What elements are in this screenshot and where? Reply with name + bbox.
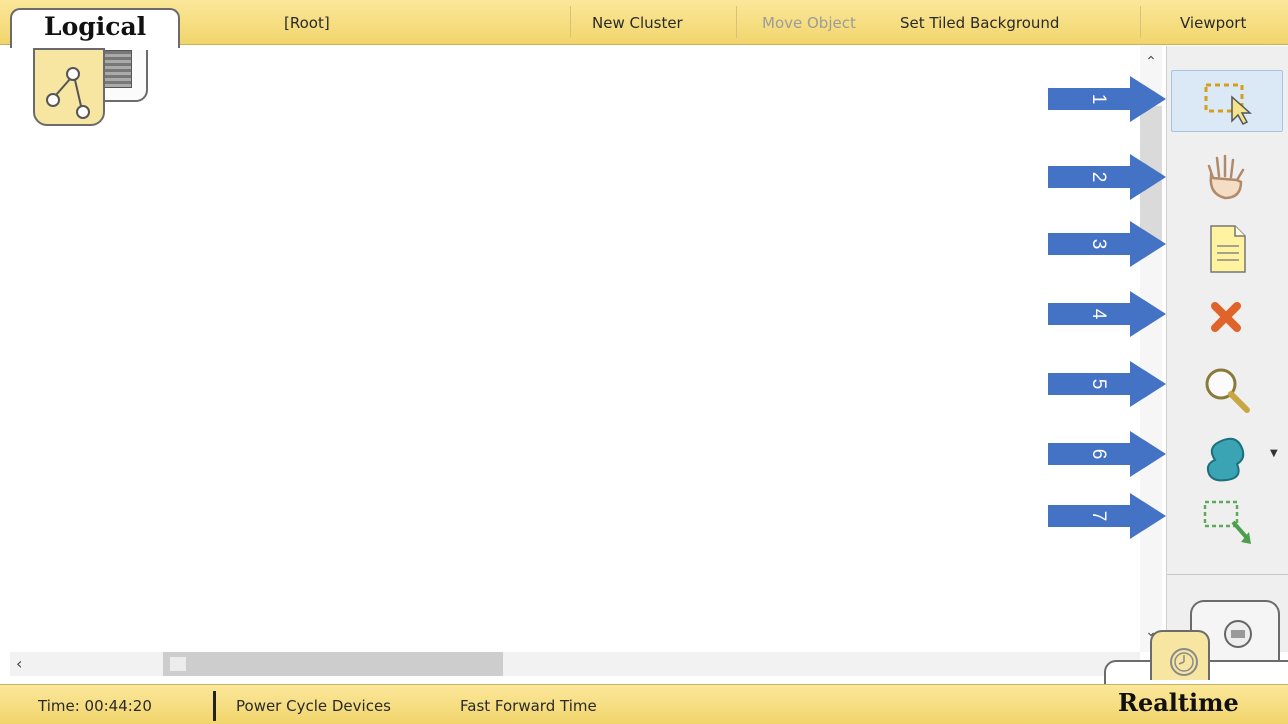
horizontal-scroll-thumb[interactable] bbox=[163, 652, 503, 676]
clock-icon bbox=[1170, 648, 1198, 676]
status-bar: Time: 00:44:20 Power Cycle Devices Fast … bbox=[0, 684, 1288, 724]
delete-icon bbox=[1211, 302, 1241, 332]
toolbar-divider bbox=[1167, 574, 1288, 575]
logical-view-button[interactable] bbox=[33, 48, 105, 126]
set-tiled-background-button[interactable]: Set Tiled Background bbox=[900, 14, 1059, 32]
logical-workspace-canvas[interactable] bbox=[10, 46, 1140, 652]
resize-tool-button[interactable] bbox=[1171, 490, 1283, 552]
shape-tool-button[interactable] bbox=[1171, 428, 1283, 490]
resize-icon bbox=[1203, 500, 1251, 544]
zoom-tool-button[interactable] bbox=[1171, 356, 1283, 418]
shape-dropdown-arrow-icon[interactable]: ▼ bbox=[1270, 448, 1278, 459]
callout-label: 3 bbox=[1088, 238, 1109, 250]
hand-icon bbox=[1207, 154, 1245, 200]
status-separator bbox=[213, 691, 216, 721]
scroll-grip bbox=[170, 657, 186, 671]
callout-label: 7 bbox=[1088, 510, 1109, 522]
callout-label: 2 bbox=[1088, 171, 1109, 183]
new-cluster-button[interactable]: New Cluster bbox=[592, 14, 683, 32]
logical-tab-label: Logical bbox=[44, 12, 147, 41]
menu-separator bbox=[570, 6, 571, 38]
callout-label: 1 bbox=[1088, 93, 1109, 105]
fast-forward-time-button[interactable]: Fast Forward Time bbox=[460, 697, 597, 715]
root-breadcrumb[interactable]: [Root] bbox=[284, 14, 330, 32]
shape-icon bbox=[1206, 437, 1245, 482]
scroll-up-icon[interactable]: ⌃ bbox=[1140, 54, 1162, 74]
realtime-mode-button[interactable] bbox=[1150, 630, 1210, 680]
zoom-icon bbox=[1205, 368, 1250, 413]
callout-label: 5 bbox=[1088, 378, 1109, 390]
top-menu-bar: [Root] New Cluster Move Object Set Tiled… bbox=[0, 0, 1288, 45]
hand-tool-button[interactable] bbox=[1171, 146, 1283, 208]
callout-label: 4 bbox=[1088, 308, 1109, 320]
select-tool-button[interactable] bbox=[1171, 70, 1283, 132]
delete-tool-button[interactable] bbox=[1171, 286, 1283, 348]
right-toolbar bbox=[1166, 46, 1288, 652]
callout-label: 6 bbox=[1088, 448, 1109, 460]
select-icon bbox=[1204, 83, 1252, 125]
vertical-scrollbar[interactable]: ⌃ ⌄ bbox=[1140, 46, 1162, 652]
move-object-button[interactable]: Move Object bbox=[762, 14, 856, 32]
power-cycle-devices-button[interactable]: Power Cycle Devices bbox=[236, 697, 391, 715]
horizontal-scrollbar[interactable]: ‹ › bbox=[10, 652, 1140, 676]
realtime-tab-label: Realtime bbox=[1118, 688, 1239, 717]
note-tool-button[interactable] bbox=[1171, 216, 1283, 278]
network-topology-icon bbox=[46, 67, 90, 119]
simulation-stopwatch-icon bbox=[1224, 620, 1252, 648]
note-icon bbox=[1210, 225, 1246, 273]
time-display: Time: 00:44:20 bbox=[38, 697, 152, 715]
menu-separator bbox=[736, 6, 737, 38]
viewport-button[interactable]: Viewport bbox=[1180, 14, 1246, 32]
menu-separator bbox=[1140, 6, 1141, 38]
scroll-left-icon[interactable]: ‹ bbox=[16, 654, 22, 673]
